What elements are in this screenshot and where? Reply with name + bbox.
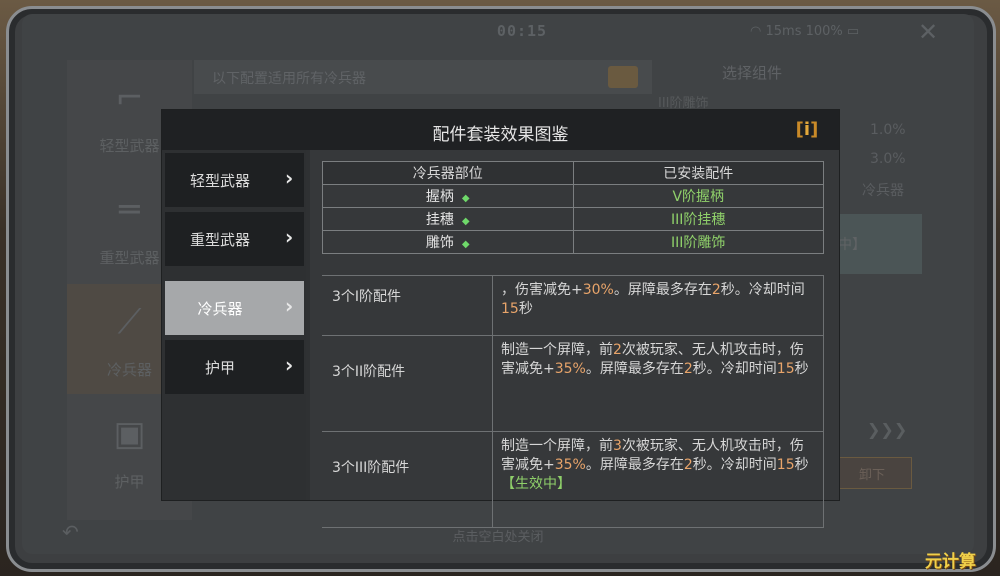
launcher-icon: ═ bbox=[119, 190, 140, 230]
installed-part: III阶挂穗 bbox=[572, 207, 824, 231]
smg-icon: ⌐ bbox=[115, 78, 144, 118]
installed-parts-table: 冷兵器部位 已安装配件 握柄 ◆ V阶握柄 挂穗 ◆ III阶挂穗 雕饰 ◆ III阶… bbox=[322, 161, 824, 254]
bonus-description: 制造一个屏障，前3次被玩家、无人机攻击时，伤害减免+35%。屏障最多存在2秒。冷… bbox=[492, 431, 824, 528]
chevron-right-icon: › bbox=[285, 294, 294, 318]
table-row: 挂穗 ◆ III阶挂穗 bbox=[322, 207, 824, 231]
category-nav: 轻型武器 › 重型武器 › 冷兵器 › 护甲 › bbox=[162, 150, 306, 500]
nav-item-label: 护甲 bbox=[204, 359, 235, 377]
bg-unequip-button[interactable]: 卸下 bbox=[834, 457, 912, 489]
chevron-right-icon: › bbox=[285, 166, 294, 190]
nav-item-label: 冷兵器 bbox=[197, 300, 243, 318]
part-slot: 挂穗 ◆ bbox=[322, 207, 574, 231]
network-latency: 15ms bbox=[765, 24, 802, 39]
status-time: 00:15 bbox=[496, 22, 548, 40]
column-header: 冷兵器部位 bbox=[322, 161, 574, 185]
bg-stat-value: 1.0% bbox=[870, 122, 906, 138]
desc-text: 。屏障最多存在 bbox=[585, 457, 684, 473]
chevron-right-icon: › bbox=[285, 225, 294, 249]
game-screen[interactable]: 00:15 ◠ 15ms 100% ▭ ✕ ⌐ 轻型武器 ═ 重型武器 ⟋ 冷兵… bbox=[22, 14, 974, 554]
set-bonus-modal: 配件套装效果图鉴 [i] 轻型武器 › 重型武器 › 冷兵器 › 护甲 › 冷兵… bbox=[161, 109, 840, 528]
modal-header: 配件套装效果图鉴 [i] bbox=[162, 110, 839, 150]
close-icon[interactable]: ✕ bbox=[918, 18, 938, 46]
desc-highlight: 35% bbox=[554, 361, 586, 377]
info-button[interactable]: [i] bbox=[792, 118, 822, 142]
nav-item-armor[interactable]: 护甲 › bbox=[165, 340, 304, 394]
desc-text: 秒 bbox=[794, 361, 809, 377]
chevron-right-icon: › bbox=[285, 353, 294, 377]
armor-icon: ▣ bbox=[113, 414, 146, 454]
bonus-row: 3个I阶配件 ，伤害减免+30%。屏障最多存在2秒。冷却时间 15秒 bbox=[322, 275, 824, 336]
installed-dot-icon: ◆ bbox=[461, 193, 470, 204]
desc-text: 。屏障最多存在 bbox=[613, 282, 712, 298]
nav-item-label: 重型武器 bbox=[189, 231, 250, 249]
bonus-tier: 3个II阶配件 bbox=[322, 335, 493, 432]
bonus-tier: 3个I阶配件 bbox=[322, 275, 493, 336]
column-header: 已安装配件 bbox=[572, 161, 824, 185]
desc-highlight: 2 bbox=[711, 282, 721, 298]
desc-highlight: 30% bbox=[582, 282, 614, 298]
desc-text: 制造一个屏障，前 bbox=[501, 438, 613, 454]
bonus-description: 制造一个屏障，前2次被玩家、无人机攻击时，伤害减免+35%。屏障最多存在2秒。冷… bbox=[492, 335, 824, 432]
nav-item-label: 轻型武器 bbox=[189, 172, 250, 190]
desc-text: ，伤害减免+ bbox=[501, 282, 583, 298]
chevrons-icon: ❯❯❯ bbox=[867, 420, 908, 439]
bg-stat-value: 冷兵器 bbox=[862, 183, 904, 199]
desc-text: 。屏障最多存在 bbox=[585, 361, 684, 377]
status-indicators: ◠ 15ms 100% ▭ bbox=[750, 24, 859, 39]
desc-highlight: 15 bbox=[776, 361, 795, 377]
set-bonus-table: 3个I阶配件 ，伤害减免+30%。屏障最多存在2秒。冷却时间15秒 3个II阶配… bbox=[322, 275, 824, 528]
desc-highlight: 2 bbox=[683, 361, 693, 377]
table-header-row: 冷兵器部位 已安装配件 bbox=[322, 161, 824, 185]
nav-item-heavy-weapons[interactable]: 重型武器 › bbox=[165, 212, 304, 266]
bg-status-text: 中】 bbox=[838, 237, 866, 253]
bonus-row: 3个III阶配件 制造一个屏障，前3次被玩家、无人机攻击时，伤害减免+35%。屏… bbox=[322, 431, 824, 528]
desc-text: 制造一个屏障，前 bbox=[501, 342, 613, 358]
modal-title: 配件套装效果图鉴 bbox=[432, 125, 569, 145]
active-status-badge: 【生效中】 bbox=[501, 476, 571, 492]
desc-highlight: 2 bbox=[683, 457, 693, 473]
desc-highlight: 3 bbox=[613, 438, 622, 454]
table-row: 握柄 ◆ V阶握柄 bbox=[322, 184, 824, 208]
part-slot: 雕饰 ◆ bbox=[322, 230, 574, 254]
battery-icon: ▭ bbox=[846, 24, 860, 39]
desc-text: 秒。冷却时间 bbox=[692, 457, 777, 473]
desc-highlight: 15 bbox=[501, 301, 519, 317]
table-row: 雕饰 ◆ III阶雕饰 bbox=[322, 230, 824, 254]
desc-text: 秒 bbox=[518, 301, 533, 317]
installed-dot-icon: ◆ bbox=[461, 239, 470, 250]
installed-part: V阶握柄 bbox=[572, 184, 824, 208]
part-slot-label: 挂穗 bbox=[425, 212, 454, 228]
bonus-row: 3个II阶配件 制造一个屏障，前2次被玩家、无人机攻击时，伤害减免+35%。屏障… bbox=[322, 335, 824, 432]
desc-highlight: 2 bbox=[613, 342, 622, 358]
set-bonus-content: 冷兵器部位 已安装配件 握柄 ◆ V阶握柄 挂穗 ◆ III阶挂穗 雕饰 ◆ III阶… bbox=[310, 150, 839, 528]
nav-item-light-weapons[interactable]: 轻型武器 › bbox=[165, 153, 304, 207]
knife-icon: ⟋ bbox=[117, 302, 142, 342]
bonus-tier: 3个III阶配件 bbox=[322, 431, 493, 528]
desc-highlight: 15 bbox=[776, 457, 795, 473]
close-hint[interactable]: 点击空白处关闭 bbox=[22, 526, 974, 545]
desc-text: 秒 bbox=[794, 457, 809, 473]
part-slot-label: 握柄 bbox=[425, 189, 454, 205]
bg-notice-text: 以下配置适用所有冷兵器 bbox=[212, 71, 366, 87]
desc-text: 秒。冷却时间 bbox=[692, 361, 777, 377]
bonus-description: ，伤害减免+30%。屏障最多存在2秒。冷却时间 15秒 bbox=[492, 275, 824, 336]
part-slot-label: 雕饰 bbox=[425, 235, 454, 251]
wifi-icon: ◠ bbox=[750, 24, 766, 39]
installed-part: III阶雕饰 bbox=[572, 230, 824, 254]
bg-unequip-label: 卸下 bbox=[859, 468, 886, 483]
nav-item-melee[interactable]: 冷兵器 › bbox=[165, 281, 304, 335]
desc-highlight: 35% bbox=[554, 457, 586, 473]
bg-stat-value: 3.0% bbox=[870, 151, 906, 167]
eye-icon[interactable] bbox=[608, 66, 638, 88]
part-slot: 握柄 ◆ bbox=[322, 184, 574, 208]
battery-level: 100% bbox=[805, 24, 843, 39]
desc-text: 秒。冷却时间 bbox=[720, 282, 805, 298]
bg-select-title: 选择组件 bbox=[722, 64, 783, 82]
bg-status-box: 中】 bbox=[832, 214, 922, 274]
watermark-logo: 元计算 bbox=[925, 552, 976, 572]
installed-dot-icon: ◆ bbox=[461, 216, 470, 227]
